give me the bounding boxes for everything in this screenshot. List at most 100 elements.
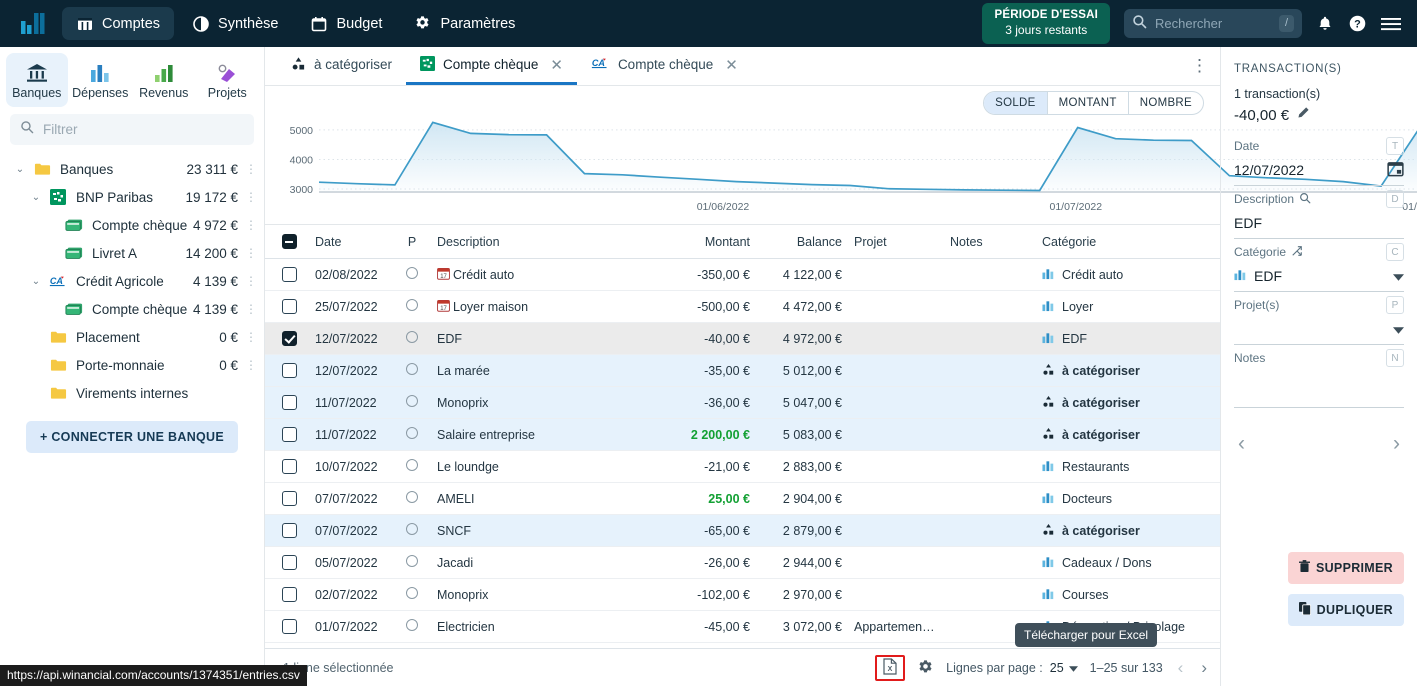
tab-compte-cheque-ca[interactable]: CA Compte chèque ✕ xyxy=(577,47,752,85)
field-categorie-value-row[interactable]: EDF xyxy=(1234,262,1404,292)
row-checkbox[interactable] xyxy=(282,299,297,314)
tree-item-bnp-paribas[interactable]: ⌄ BNP Paribas 19 172 € ⋮ xyxy=(0,183,264,211)
help-icon[interactable]: ? xyxy=(1348,14,1367,33)
col-description[interactable]: Description xyxy=(431,225,646,259)
pointage-toggle[interactable] xyxy=(406,555,418,567)
tree-item-menu[interactable]: ⋮ xyxy=(244,330,258,344)
chevron-down-icon[interactable] xyxy=(1393,268,1404,284)
col-projet[interactable]: Projet xyxy=(848,225,944,259)
rows-per-page-select[interactable]: 25 xyxy=(1050,661,1078,675)
field-description-value-row[interactable]: EDF xyxy=(1234,209,1404,239)
nav-item-budget[interactable]: Budget xyxy=(297,7,397,40)
pointage-toggle[interactable] xyxy=(406,619,418,631)
table-row[interactable]: 11/07/2022Monoprix-36,00 €5 047,00 €à ca… xyxy=(265,387,1220,419)
close-icon[interactable]: ✕ xyxy=(725,56,738,74)
col-montant[interactable]: Montant xyxy=(646,225,756,259)
table-row[interactable]: 25/07/202217Loyer maison-500,00 €4 472,0… xyxy=(265,291,1220,323)
delete-button[interactable]: SUPPRIMER xyxy=(1288,552,1404,584)
row-checkbox[interactable] xyxy=(282,491,297,506)
chevron-down-icon[interactable]: ⌄ xyxy=(10,164,30,175)
pointage-toggle[interactable] xyxy=(406,331,418,343)
table-settings-button[interactable] xyxy=(917,659,934,676)
pointage-toggle[interactable] xyxy=(406,395,418,407)
row-checkbox[interactable] xyxy=(282,459,297,474)
row-checkbox[interactable] xyxy=(282,267,297,282)
row-checkbox[interactable] xyxy=(282,363,297,378)
tree-item-menu[interactable]: ⋮ xyxy=(244,218,258,232)
hamburger-menu-icon[interactable] xyxy=(1381,16,1401,32)
tab-compte-cheque-bnp[interactable]: Compte chèque ✕ xyxy=(406,47,577,85)
col-categorie[interactable]: Catégorie xyxy=(1036,225,1220,259)
row-checkbox[interactable] xyxy=(282,619,297,634)
table-row[interactable]: 12/07/2022La marée-35,00 €5 012,00 €à ca… xyxy=(265,355,1220,387)
row-checkbox[interactable] xyxy=(282,523,297,538)
sidebar-tab-projets[interactable]: Projets xyxy=(197,53,259,107)
chevron-down-icon[interactable]: ⌄ xyxy=(26,192,46,203)
nav-item-parametres[interactable]: Paramètres xyxy=(400,7,529,40)
filter-input[interactable] xyxy=(43,122,244,137)
connect-bank-button[interactable]: + CONNECTER UNE BANQUE xyxy=(26,421,238,453)
table-row[interactable]: 02/07/2022Monoprix-102,00 €2 970,00 €Cou… xyxy=(265,579,1220,611)
sidebar-tab-depenses[interactable]: Dépenses xyxy=(70,53,132,107)
tab-a-categoriser[interactable]: à catégoriser xyxy=(277,47,406,85)
tree-item-menu[interactable]: ⋮ xyxy=(244,358,258,372)
tree-item-virements-internes[interactable]: Virements internes xyxy=(0,379,264,407)
bell-icon[interactable] xyxy=(1316,15,1334,33)
chart-mode-montant[interactable]: MONTANT xyxy=(1048,92,1129,114)
sidebar-filter[interactable] xyxy=(10,114,254,145)
pointage-toggle[interactable] xyxy=(406,459,418,471)
chart-mode-nombre[interactable]: NOMBRE xyxy=(1129,92,1203,114)
chart-mode-solde[interactable]: SOLDE xyxy=(984,92,1048,114)
row-checkbox[interactable] xyxy=(282,427,297,442)
nav-item-synthese[interactable]: Synthèse xyxy=(178,7,292,40)
winancial-logo[interactable] xyxy=(12,13,56,35)
field-date-value-row[interactable]: 12/07/2022 xyxy=(1234,156,1404,186)
tree-item-menu[interactable]: ⋮ xyxy=(244,162,258,176)
chevron-down-icon[interactable] xyxy=(1393,321,1404,337)
col-notes[interactable]: Notes xyxy=(944,225,1036,259)
table-row[interactable]: 01/07/2022Electricien-45,00 €3 072,00 €A… xyxy=(265,611,1220,643)
table-row[interactable]: 11/07/2022Salaire entreprise2 200,00 €5 … xyxy=(265,419,1220,451)
pointage-toggle[interactable] xyxy=(406,299,418,311)
pointage-toggle[interactable] xyxy=(406,267,418,279)
details-prev-button[interactable]: ‹ xyxy=(1238,433,1245,454)
prev-page-button[interactable]: ‹ xyxy=(1175,658,1187,678)
duplicate-button[interactable]: DUPLIQUER xyxy=(1288,594,1404,626)
tree-item-placement[interactable]: Placement 0 € ⋮ xyxy=(0,323,264,351)
table-row[interactable]: 10/07/2022Le loundge-21,00 €2 883,00 €Re… xyxy=(265,451,1220,483)
search-input[interactable] xyxy=(1155,16,1271,31)
search-icon[interactable] xyxy=(1299,192,1311,207)
select-all-checkbox[interactable] xyxy=(282,234,297,249)
pointage-toggle[interactable] xyxy=(406,523,418,535)
tree-item-menu[interactable]: ⋮ xyxy=(244,190,258,204)
col-balance[interactable]: Balance xyxy=(756,225,848,259)
nav-item-comptes[interactable]: Comptes xyxy=(62,7,174,40)
col-pointage[interactable]: P xyxy=(393,225,431,259)
pointage-toggle[interactable] xyxy=(406,587,418,599)
tab-overflow-menu[interactable]: ⋮ xyxy=(1179,47,1220,85)
tree-item-livret-a[interactable]: Livret A 14 200 € ⋮ xyxy=(0,239,264,267)
global-search[interactable]: / xyxy=(1124,9,1302,38)
tree-item-porte-monnaie[interactable]: Porte-monnaie 0 € ⋮ xyxy=(0,351,264,379)
table-row[interactable]: 07/07/2022SNCF-65,00 €2 879,00 €à catégo… xyxy=(265,515,1220,547)
tree-item-compte-cheque-bnp[interactable]: Compte chèque 4 972 € ⋮ xyxy=(0,211,264,239)
next-page-button[interactable]: › xyxy=(1198,658,1210,678)
table-row[interactable]: 05/07/2022Jacadi-26,00 €2 944,00 €Cadeau… xyxy=(265,547,1220,579)
field-notes-value[interactable] xyxy=(1234,368,1404,408)
pointage-toggle[interactable] xyxy=(406,363,418,375)
sidebar-tab-banques[interactable]: Banques xyxy=(6,53,68,107)
row-checkbox[interactable] xyxy=(282,331,297,346)
pointage-toggle[interactable] xyxy=(406,427,418,439)
sidebar-tab-revenus[interactable]: Revenus xyxy=(133,53,195,107)
split-icon[interactable] xyxy=(1291,245,1303,260)
tree-item-credit-agricole[interactable]: ⌄ CA Crédit Agricole 4 139 € ⋮ xyxy=(0,267,264,295)
table-row[interactable]: 12/07/2022EDF-40,00 €4 972,00 €EDF xyxy=(265,323,1220,355)
pencil-icon[interactable] xyxy=(1296,106,1310,124)
details-next-button[interactable]: › xyxy=(1393,433,1400,454)
tree-item-banques[interactable]: ⌄ Banques 23 311 € ⋮ xyxy=(0,155,264,183)
tree-item-menu[interactable]: ⋮ xyxy=(244,274,258,288)
tree-item-compte-cheque-ca[interactable]: Compte chèque 4 139 € ⋮ xyxy=(0,295,264,323)
tree-item-menu[interactable]: ⋮ xyxy=(244,246,258,260)
table-row[interactable]: 02/08/202217Crédit auto-350,00 €4 122,00… xyxy=(265,259,1220,291)
pointage-toggle[interactable] xyxy=(406,491,418,503)
